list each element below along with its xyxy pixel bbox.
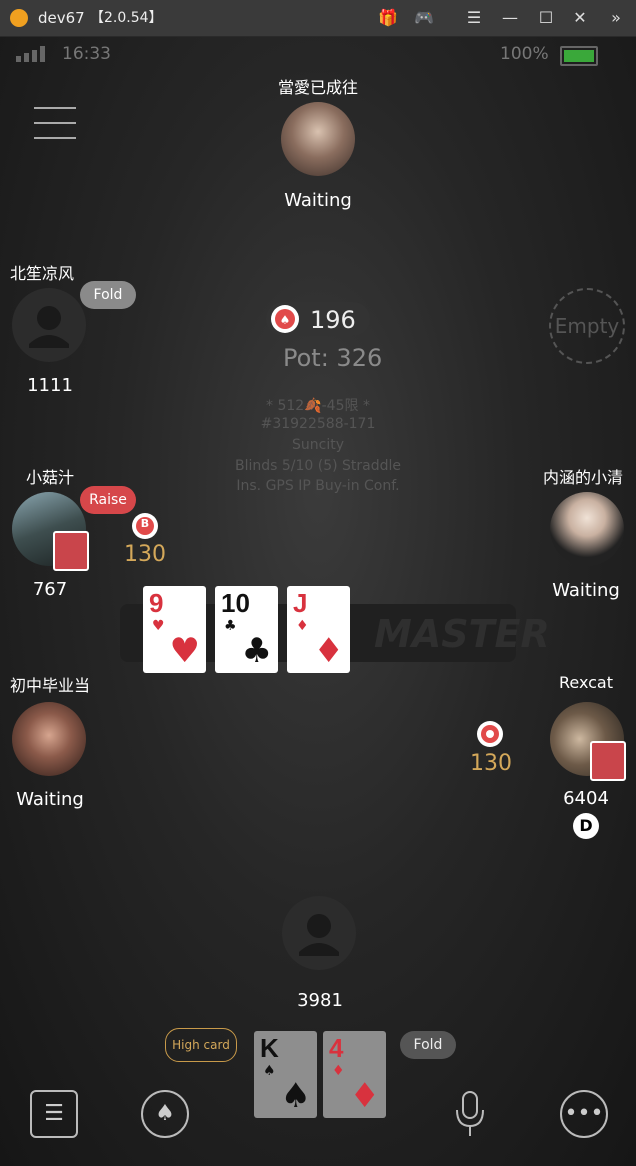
hand-strength-badge: High card (165, 1028, 237, 1062)
card-rank: J (293, 588, 308, 618)
table-info-line4: Blinds 5/10 (5) Straddle (234, 458, 402, 474)
card-back-icon (590, 741, 626, 781)
board-card-2: J ♦ ♦ (287, 586, 350, 673)
player-avatar-left1[interactable] (12, 288, 86, 362)
microphone-icon (456, 1091, 484, 1136)
player-name-right2: Rexcat (558, 673, 614, 692)
player-bet-right2: 130 (470, 751, 512, 776)
card-suit-small: ♥ (152, 618, 165, 634)
card-suit-small: ♠ (263, 1063, 276, 1079)
chat-button[interactable]: ••• (560, 1090, 608, 1138)
chip-icon (476, 720, 504, 748)
microphone-button[interactable] (454, 1090, 486, 1140)
hamburger-menu-button[interactable] (34, 107, 76, 139)
app-version: 【2.0.54】 (90, 10, 163, 26)
empty-seat-button[interactable]: Empty (549, 288, 625, 364)
chat-icon: ••• (564, 1101, 604, 1126)
app-name: dev67 (38, 9, 85, 27)
player-name-left3: 初中毕业当 (9, 676, 90, 695)
action-badge-left2: Raise (80, 486, 136, 514)
card-rank: 10 (221, 588, 250, 618)
empty-seat-label: Empty (554, 314, 620, 338)
hand-history-button[interactable]: ☰ (30, 1090, 78, 1138)
table-info-line5: Ins. GPS IP Buy-in Conf. (236, 478, 400, 494)
card-suit-small: ♦ (332, 1063, 345, 1079)
card-suit-large: ♠ (280, 1076, 311, 1116)
player-status-top: Waiting (284, 190, 352, 211)
card-suit-large: ♥ (169, 631, 200, 671)
player-name-right1: 内涵的小清 (542, 468, 623, 487)
maximize-icon[interactable]: ☐ (534, 6, 558, 30)
spade-icon: ♠ (155, 1101, 175, 1126)
close-icon[interactable]: ✕ (568, 6, 592, 30)
player-name-top: 當愛已成往 (277, 78, 358, 97)
board-card-0: 9 ♥ ♥ (143, 586, 206, 673)
player-avatar-left3[interactable] (12, 702, 86, 776)
player-bet-left2: 130 (124, 542, 166, 567)
pot-total: Pot: 326 (283, 344, 383, 372)
table-info-line1: * 512🍂-45限 * (266, 398, 370, 414)
big-blind-chip-icon: B (131, 512, 159, 540)
card-rank: 4 (329, 1033, 344, 1063)
player-status-right1: Waiting (552, 580, 620, 601)
player-stack-left2: 767 (32, 579, 68, 600)
card-suit-large: ♦ (313, 631, 344, 671)
card-back-icon (53, 531, 89, 571)
card-suit-large: ♣ (241, 631, 272, 671)
menu-icon[interactable]: ☰ (462, 6, 486, 30)
player-stack-left1: 1111 (27, 375, 73, 396)
player-name-left2: 小菇汁 (25, 468, 74, 487)
spade-menu-button[interactable]: ♠ (141, 1090, 189, 1138)
table-info-line3: Suncity (292, 437, 344, 453)
status-time: 16:33 (62, 44, 111, 64)
hero-action-badge: Fold (400, 1031, 456, 1059)
card-suit-small: ♦ (296, 618, 309, 634)
hole-card-1[interactable]: 4 ♦ ♦ (323, 1031, 386, 1118)
table-logo-text: MASTER (374, 612, 550, 656)
hole-card-0[interactable]: K ♠ ♠ (254, 1031, 317, 1118)
card-rank: K (260, 1033, 279, 1063)
gift-icon[interactable]: 🎁 (376, 6, 400, 30)
table-info-line2: #31922588-171 (260, 416, 376, 432)
player-avatar-top[interactable] (281, 102, 355, 176)
card-suit-large: ♦ (349, 1076, 380, 1116)
minimize-icon[interactable]: — (498, 6, 522, 30)
hero-stack: 3981 (297, 990, 343, 1011)
default-user-icon (29, 306, 69, 348)
battery-percent: 100% (500, 44, 549, 64)
expand-icon[interactable]: » (604, 6, 628, 30)
gamepad-icon[interactable]: 🎮 (412, 6, 436, 30)
card-rank: 9 (149, 588, 164, 618)
action-badge-left1: Fold (80, 281, 136, 309)
player-avatar-right1[interactable] (550, 492, 624, 566)
card-suit-small: ♣ (224, 618, 237, 634)
signal-icon (16, 46, 50, 66)
player-stack-right2: 6404 (563, 788, 609, 809)
board-card-1: 10 ♣ ♣ (215, 586, 278, 673)
app-logo-icon (10, 9, 28, 27)
dealer-button: D (573, 813, 599, 839)
svg-text:♠: ♠ (280, 313, 291, 327)
list-icon: ☰ (44, 1101, 64, 1126)
window-title-bar: dev67 【2.0.54】 🎁 🎮 ☰ — ☐ ✕ » (0, 0, 636, 37)
current-bet: 196 (310, 306, 356, 334)
default-user-icon (299, 914, 339, 956)
player-name-left1: 北笙凉风 (10, 264, 75, 283)
battery-icon (560, 46, 598, 66)
big-blind-label: B (140, 517, 150, 530)
player-status-left3: Waiting (16, 789, 84, 810)
hero-avatar[interactable] (282, 896, 356, 970)
chip-icon: ♠ (270, 304, 300, 334)
